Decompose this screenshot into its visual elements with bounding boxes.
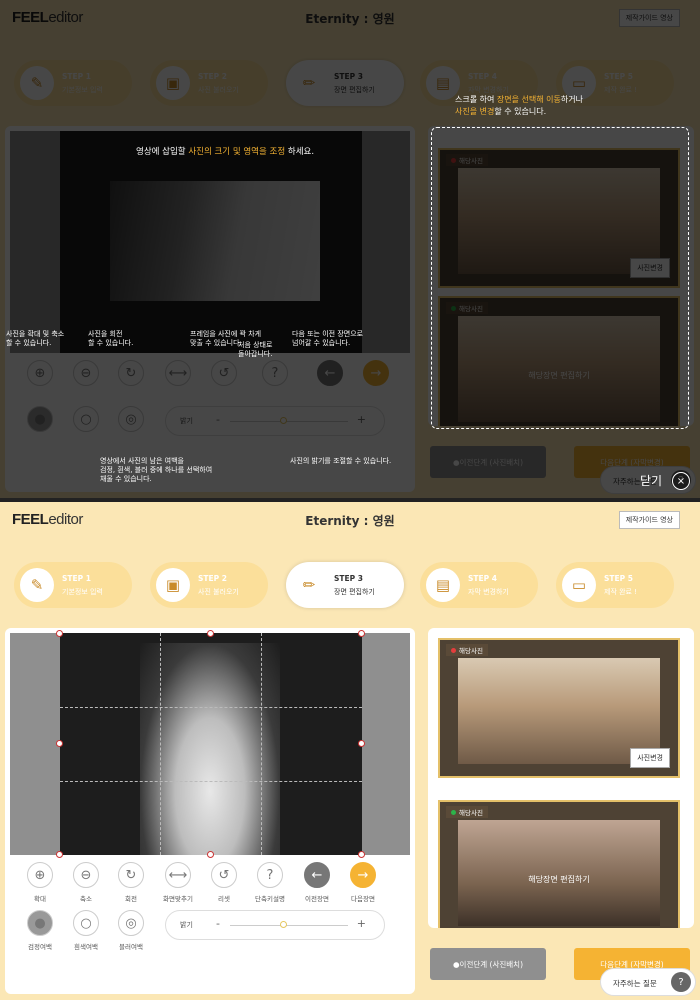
step-4[interactable]: ▤ STEP 4 자막 변경하기 <box>420 562 538 608</box>
step-num: STEP 4 <box>468 574 497 583</box>
step-label: 사진 불러오기 <box>198 588 239 596</box>
resize-handle[interactable] <box>358 851 365 858</box>
prev-step-button[interactable]: ● 이전단계 (사진배치) <box>430 948 546 980</box>
arrow-left-icon[interactable]: ← <box>304 862 330 888</box>
grid-line <box>261 633 262 855</box>
canvas[interactable] <box>60 633 362 855</box>
photo-preview[interactable] <box>140 643 280 855</box>
tip-zoom: 사진을 확대 및 축소 할 수 있습니다. <box>6 330 65 347</box>
editor-screen: FEELeditor Eternity : 영원 제작가이드 영상 ✎ STEP … <box>0 502 700 1000</box>
tip-brightness: 사진의 밝기를 조절할 수 있습니다. <box>290 457 392 465</box>
grid-line <box>160 633 161 855</box>
white-margin-icon[interactable]: ○ <box>73 910 99 936</box>
reset-icon[interactable]: ↺ <box>211 862 237 888</box>
status-dot <box>451 810 456 815</box>
resize-handle[interactable] <box>358 630 365 637</box>
editor-panel: ⊕ 확대 ⊖ 축소 ↻ 회전 ⟷ 화면맞추기 ↺ 리셋 ? 단축키설명 ← 이전… <box>5 628 415 994</box>
resize-handle[interactable] <box>56 740 63 747</box>
step-1[interactable]: ✎ STEP 1 기본정보 입력 <box>14 562 132 608</box>
step-label: 기본정보 입력 <box>62 588 103 596</box>
step-label: 장면 편집하기 <box>334 588 375 596</box>
tip-rotate: 사진을 회전 할 수 있습니다. <box>88 330 134 347</box>
step-num: STEP 5 <box>604 574 633 583</box>
fit-screen-icon[interactable]: ⟷ <box>165 862 191 888</box>
pencil-icon: ✏ <box>292 568 326 602</box>
brightness-knob[interactable] <box>280 921 288 928</box>
step-num: STEP 2 <box>198 574 227 583</box>
resize-handle[interactable] <box>207 630 214 637</box>
resize-handle[interactable] <box>56 630 63 637</box>
grid-line <box>60 781 362 782</box>
brightness-label: 밝기 <box>180 921 193 929</box>
scene-thumbnail <box>458 820 660 926</box>
image-icon: ▣ <box>156 568 190 602</box>
faq-button[interactable]: 자주하는 질문? <box>600 968 696 996</box>
header: FEELeditor Eternity : 영원 제작가이드 영상 <box>0 502 700 538</box>
tool-label: 단축키설명 <box>255 895 285 903</box>
scene-hint-line-1: 스크롤 하여 장면을 선택해 이동하거나 <box>455 95 583 104</box>
brightness-plus[interactable]: + <box>357 917 366 930</box>
page-title: Eternity : 영원 <box>305 514 395 528</box>
tutorial-overlay: 영상에 삽입할 사진의 크기 및 영역을 조정 하세요. 스크롤 하여 장면을 … <box>0 0 700 498</box>
step-nav: ✎ STEP 1 기본정보 입력 ▣ STEP 2 사진 불러오기 ✏ STEP 3 장면 … <box>0 562 700 612</box>
black-margin-icon[interactable]: ● <box>27 910 53 936</box>
tool-label: 축소 <box>80 895 92 903</box>
resize-handle[interactable] <box>56 851 63 858</box>
edit-scene-label[interactable]: 해당장면 편집하기 <box>440 874 678 885</box>
arrow-right-icon[interactable]: → <box>350 862 376 888</box>
brightness-track[interactable] <box>230 925 348 926</box>
step-num: STEP 1 <box>62 574 91 583</box>
tip-margin: 영상에서 사진의 남은 여백을 검정, 흰색, 블러 중에 하나를 선택하여 채… <box>100 457 213 483</box>
grid-line <box>60 707 362 708</box>
tool-label: 이전장면 <box>305 895 329 903</box>
tool-label: 검정여백 <box>28 943 52 951</box>
guide-video-button[interactable]: 제작가이드 영상 <box>618 511 680 529</box>
scene-highlight <box>431 127 689 429</box>
tool-label: 회전 <box>125 895 137 903</box>
step-label: 제작 완료 ! <box>604 588 638 596</box>
close-icon[interactable]: × <box>672 472 690 490</box>
rotate-icon[interactable]: ↻ <box>118 862 144 888</box>
tool-label: 블러여백 <box>119 943 143 951</box>
scene-card[interactable]: 해당사진 해당장면 편집하기 <box>438 800 680 928</box>
status-dot <box>451 648 456 653</box>
step-2[interactable]: ▣ STEP 2 사진 불러오기 <box>150 562 268 608</box>
change-photo-button[interactable]: 사진변경 <box>630 748 670 768</box>
brightness-minus[interactable]: - <box>216 917 220 930</box>
step-num: STEP 3 <box>334 574 363 583</box>
step-label: 자막 변경하기 <box>468 588 509 596</box>
scene-hint-line-2: 사진을 변경할 수 있습니다. <box>455 107 547 116</box>
step-3[interactable]: ✏ STEP 3 장면 편집하기 <box>286 562 404 608</box>
close-label[interactable]: 닫기 <box>640 472 662 489</box>
film-icon: ▤ <box>426 568 460 602</box>
editor-screen-tutorial: FEELeditor Eternity : 영원 제작가이드 영상 ✎STEP … <box>0 0 700 498</box>
tool-label: 화면맞추기 <box>163 895 193 903</box>
zoom-out-icon[interactable]: ⊖ <box>73 862 99 888</box>
blur-margin-icon[interactable]: ◎ <box>118 910 144 936</box>
resize-handle[interactable] <box>207 851 214 858</box>
question-icon: ? <box>671 972 691 992</box>
help-icon[interactable]: ? <box>257 862 283 888</box>
canvas-hint: 영상에 삽입할 사진의 크기 및 영역을 조정 하세요. <box>136 147 315 157</box>
brush-icon: ✎ <box>20 568 54 602</box>
resize-handle[interactable] <box>358 740 365 747</box>
brightness-control[interactable]: 밝기 - + <box>165 910 385 940</box>
scene-card[interactable]: 해당사진 사진변경 <box>438 638 680 778</box>
scene-list[interactable]: 해당사진 사진변경 해당사진 해당장면 편집하기 <box>428 628 694 928</box>
step-5[interactable]: ▭ STEP 5 제작 완료 ! <box>556 562 674 608</box>
tip-reset: 처음 상태로 돌아갑니다. <box>238 341 273 358</box>
tip-nav: 다음 또는 이전 장면으로 넘어갈 수 있습니다. <box>292 330 364 347</box>
tool-label: 흰색여백 <box>74 943 98 951</box>
monitor-icon: ▭ <box>562 568 596 602</box>
tool-label: 리셋 <box>218 895 230 903</box>
scene-tag: 해당사진 <box>446 644 488 656</box>
scene-tag: 해당사진 <box>446 806 488 818</box>
tool-label: 다음장면 <box>351 895 375 903</box>
zoom-in-icon[interactable]: ⊕ <box>27 862 53 888</box>
tool-label: 확대 <box>34 895 46 903</box>
